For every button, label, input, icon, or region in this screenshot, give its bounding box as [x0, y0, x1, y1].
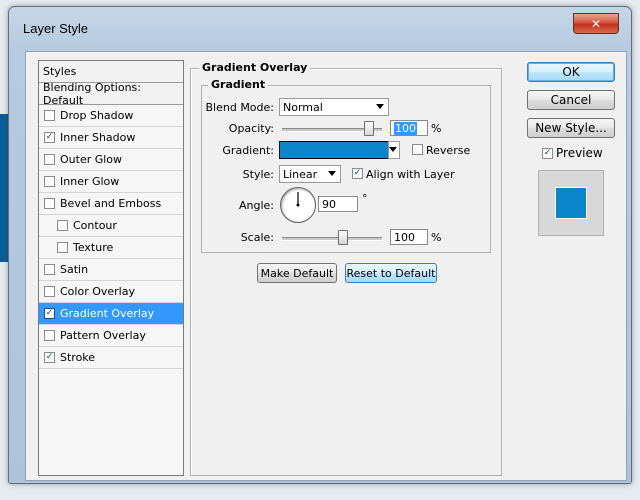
- style-checkbox[interactable]: ✓: [44, 308, 55, 319]
- style-label: Style:: [242, 168, 274, 181]
- styles-list: Styles Blending Options: Default Drop Sh…: [38, 60, 184, 476]
- gradient-inner-title: Gradient: [208, 78, 269, 91]
- align-with-layer-checkbox[interactable]: ✓: [352, 168, 363, 179]
- style-value: Linear: [283, 167, 318, 181]
- style-item-inner-shadow[interactable]: ✓ Inner Shadow: [39, 127, 183, 149]
- style-item-label: Satin: [60, 263, 89, 276]
- opacity-unit: %: [431, 122, 442, 135]
- style-item-inner-glow[interactable]: Inner Glow: [39, 171, 183, 193]
- blend-mode-dropdown[interactable]: Normal: [279, 98, 389, 116]
- reset-to-default-button[interactable]: Reset to Default: [345, 263, 437, 283]
- style-item-label: Contour: [73, 219, 117, 232]
- style-item-satin[interactable]: Satin: [39, 259, 183, 281]
- style-checkbox[interactable]: [57, 220, 68, 231]
- gradient-picker-button[interactable]: [388, 141, 400, 159]
- scale-unit: %: [431, 231, 442, 244]
- chevron-down-icon: [376, 104, 384, 109]
- style-checkbox[interactable]: [44, 286, 55, 297]
- opacity-slider-thumb[interactable]: [364, 121, 374, 136]
- dialog-client-area: Styles Blending Options: Default Drop Sh…: [25, 51, 627, 481]
- style-item-label: Pattern Overlay: [60, 329, 146, 342]
- style-item-label: Gradient Overlay: [60, 307, 155, 320]
- gradient-swatch[interactable]: [279, 141, 389, 159]
- blending-options-label: Blending Options: Default: [43, 80, 141, 107]
- close-icon: ✕: [590, 16, 602, 31]
- chevron-down-icon: [328, 171, 336, 176]
- angle-label: Angle:: [238, 199, 274, 212]
- style-checkbox[interactable]: [44, 198, 55, 209]
- style-checkbox[interactable]: [44, 264, 55, 275]
- layer-style-dialog: Layer Style ✕ Styles Blending Options: D…: [8, 6, 632, 484]
- opacity-label: Opacity:: [228, 122, 274, 135]
- style-checkbox[interactable]: ✓: [44, 132, 55, 143]
- style-item-label: Drop Shadow: [60, 109, 134, 122]
- angle-needle-icon: [296, 192, 300, 207]
- style-checkbox[interactable]: ✓: [44, 352, 55, 363]
- style-item-label: Stroke: [60, 351, 96, 364]
- preview-swatch: [555, 187, 587, 219]
- style-item-label: Inner Glow: [60, 175, 120, 188]
- align-with-layer-label: Align with Layer: [366, 168, 455, 181]
- preview-checkbox[interactable]: ✓: [542, 148, 553, 159]
- style-checkbox[interactable]: [44, 176, 55, 187]
- style-item-bevel-and-emboss[interactable]: Bevel and Emboss: [39, 193, 183, 215]
- ok-button[interactable]: OK: [527, 62, 615, 82]
- style-item-gradient-overlay[interactable]: ✓ Gradient Overlay: [39, 303, 183, 325]
- preview-thumbnail: [538, 170, 604, 236]
- style-item-label: Color Overlay: [60, 285, 135, 298]
- angle-value: 90: [322, 197, 336, 211]
- style-checkbox[interactable]: [44, 154, 55, 165]
- scale-value: 100: [394, 230, 415, 244]
- scale-slider-thumb[interactable]: [338, 230, 348, 245]
- gradient-inner-group: Gradient Blend Mode: Normal Opacity: 100…: [201, 78, 491, 253]
- scale-slider-track[interactable]: [282, 237, 382, 241]
- style-item-texture[interactable]: Texture: [39, 237, 183, 259]
- new-style-button[interactable]: New Style...: [527, 118, 615, 138]
- style-item-label: Bevel and Emboss: [60, 197, 162, 210]
- style-item-label: Inner Shadow: [60, 131, 136, 144]
- style-checkbox[interactable]: [44, 330, 55, 341]
- angle-input[interactable]: 90: [318, 196, 358, 212]
- angle-dial[interactable]: [280, 187, 316, 223]
- gradient-label: Gradient:: [222, 144, 274, 157]
- angle-unit: °: [362, 192, 368, 205]
- style-item-outer-glow[interactable]: Outer Glow: [39, 149, 183, 171]
- chevron-down-icon: [389, 147, 397, 152]
- cancel-button[interactable]: Cancel: [527, 90, 615, 110]
- reverse-checkbox[interactable]: [412, 144, 423, 155]
- style-checkbox[interactable]: [57, 242, 68, 253]
- preview-label: Preview: [556, 146, 603, 160]
- style-item-pattern-overlay[interactable]: Pattern Overlay: [39, 325, 183, 347]
- style-item-label: Outer Glow: [60, 153, 123, 166]
- blend-mode-value: Normal: [283, 100, 323, 114]
- opacity-value: 100: [394, 121, 417, 135]
- style-checkbox[interactable]: [44, 110, 55, 121]
- style-dropdown[interactable]: Linear: [279, 165, 341, 183]
- blend-mode-label: Blend Mode:: [205, 101, 275, 114]
- style-item-contour[interactable]: Contour: [39, 215, 183, 237]
- gradient-overlay-title: Gradient Overlay: [199, 61, 311, 74]
- styles-header-label: Styles: [43, 65, 77, 78]
- reverse-label: Reverse: [426, 144, 471, 157]
- style-item-drop-shadow[interactable]: Drop Shadow: [39, 105, 183, 127]
- style-item-color-overlay[interactable]: Color Overlay: [39, 281, 183, 303]
- window-title: Layer Style: [23, 21, 89, 36]
- gradient-overlay-group: Gradient Overlay Gradient Blend Mode: No…: [190, 61, 502, 476]
- opacity-input[interactable]: 100: [390, 120, 428, 136]
- make-default-button[interactable]: Make Default: [257, 263, 337, 283]
- style-item-label: Texture: [73, 241, 114, 254]
- blending-options-item[interactable]: Blending Options: Default: [39, 80, 183, 107]
- scale-label: Scale:: [240, 231, 274, 244]
- style-item-stroke[interactable]: ✓ Stroke: [39, 347, 183, 369]
- scale-input[interactable]: 100: [390, 229, 428, 245]
- close-button[interactable]: ✕: [573, 13, 619, 34]
